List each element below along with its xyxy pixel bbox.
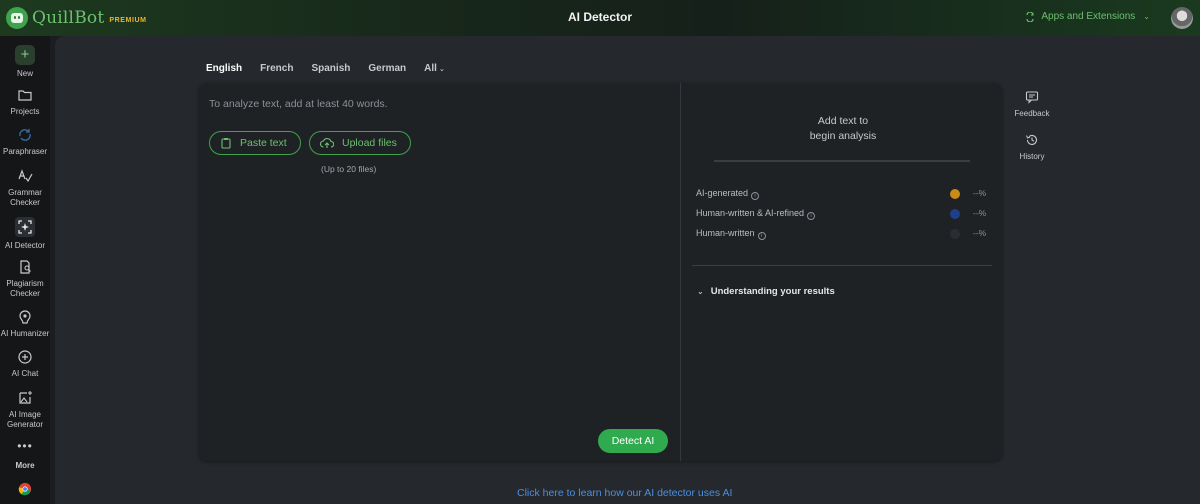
upload-limit-note: (Up to 20 files)	[321, 164, 377, 174]
sidebar-item-label: New	[16, 69, 33, 78]
sidebar-item-more[interactable]: ••• More	[0, 439, 50, 471]
more-icon: •••	[17, 439, 33, 453]
sidebar-item-ai-humanizer[interactable]: AI Humanizer	[0, 309, 50, 339]
upload-files-label: Upload files	[342, 137, 397, 149]
text-input-placeholder[interactable]: To analyze text, add at least 40 words.	[209, 98, 388, 110]
score-row-ai-refined: Human-written & AI-refined i --%	[696, 207, 992, 221]
detect-ai-button[interactable]: Detect AI	[598, 429, 668, 453]
cloud-upload-icon	[320, 138, 334, 148]
language-tabs: English French Spanish German All ⌄	[206, 63, 463, 74]
sidebar-item-label: Projects	[10, 107, 40, 116]
sidebar-item-label: Paraphraser	[2, 147, 48, 156]
upload-files-button[interactable]: Upload files	[309, 131, 411, 155]
image-generator-icon	[19, 391, 32, 404]
analysis-empty-line2: begin analysis	[809, 130, 877, 142]
score-label: Human-written	[696, 228, 755, 238]
history-icon	[1026, 134, 1038, 145]
clipboard-icon	[221, 138, 231, 149]
history-label: History	[1019, 152, 1045, 161]
analysis-divider	[692, 265, 992, 266]
chat-icon	[18, 350, 32, 364]
sidebar-item-label: More	[15, 461, 35, 470]
score-color-dot	[950, 209, 960, 219]
sidebar: + New Projects Paraphraser Grammar Check…	[0, 36, 50, 504]
learn-how-link[interactable]: Click here to learn how our AI detector …	[517, 487, 732, 499]
info-icon[interactable]: i	[757, 232, 766, 240]
tab-spanish[interactable]: Spanish	[311, 63, 350, 74]
score-row-ai-generated: AI-generated i --%	[696, 187, 992, 201]
sidebar-item-ai-detector[interactable]: AI Detector	[0, 217, 50, 251]
folder-icon	[18, 90, 32, 101]
understanding-label: Understanding your results	[710, 286, 835, 297]
score-color-dot	[950, 229, 960, 239]
chevron-down-icon: ⌄	[1143, 12, 1150, 21]
chevron-down-icon: ⌄	[438, 66, 445, 73]
paste-text-button[interactable]: Paste text	[209, 131, 301, 155]
apps-icon	[1026, 11, 1034, 22]
sidebar-item-ai-chat[interactable]: AI Chat	[0, 349, 50, 379]
apps-and-extensions-button[interactable]: Apps and Extensions ⌄	[1025, 11, 1150, 22]
avatar[interactable]	[1171, 7, 1193, 29]
sidebar-item-label: AI Chat	[11, 369, 39, 378]
sidebar-item-chrome[interactable]	[0, 482, 50, 500]
sidebar-item-label: AI Image Generator	[6, 410, 44, 429]
sidebar-item-projects[interactable]: Projects	[0, 87, 50, 117]
humanizer-icon	[19, 310, 31, 324]
analysis-empty-line1: Add text to	[817, 115, 869, 127]
apps-label: Apps and Extensions	[1041, 11, 1136, 22]
ai-detector-icon	[15, 217, 35, 237]
info-icon[interactable]: i	[751, 192, 760, 200]
plagiarism-icon	[20, 260, 31, 274]
score-value: --%	[973, 188, 987, 198]
sidebar-item-paraphraser[interactable]: Paraphraser	[0, 127, 50, 157]
history-button[interactable]: History	[1010, 133, 1054, 161]
tab-all[interactable]: All ⌄	[424, 63, 445, 74]
info-icon[interactable]: i	[807, 212, 816, 220]
analysis-progress-track	[714, 160, 970, 162]
plus-icon: +	[15, 45, 35, 65]
panel-divider	[680, 83, 681, 461]
score-label: Human-written & AI-refined	[696, 208, 805, 218]
score-color-dot	[950, 189, 960, 199]
sidebar-item-label: AI Humanizer	[0, 329, 50, 338]
main-panel: English French Spanish German All ⌄ To an…	[55, 36, 1200, 504]
analysis-empty-state: Add text to begin analysis	[714, 114, 972, 144]
understanding-results-toggle[interactable]: ⌄ Understanding your results	[697, 286, 835, 297]
sidebar-item-plagiarism-checker[interactable]: Plagiarism Checker	[0, 259, 50, 299]
sidebar-item-label: Plagiarism Checker	[6, 279, 44, 298]
score-label: AI-generated	[696, 188, 749, 198]
paste-text-label: Paste text	[240, 137, 287, 149]
sidebar-item-label: AI Detector	[4, 241, 45, 250]
score-value: --%	[973, 228, 987, 238]
sidebar-item-grammar-checker[interactable]: Grammar Checker	[0, 168, 50, 208]
sidebar-item-new[interactable]: + New	[0, 45, 50, 79]
chevron-down-icon: ⌄	[697, 287, 704, 296]
score-value: --%	[973, 208, 987, 218]
paraphraser-icon	[19, 129, 31, 141]
tab-all-label: All	[424, 63, 437, 74]
tab-english[interactable]: English	[206, 63, 242, 74]
top-bar: QuillBot PREMIUM AI Detector Apps and Ex…	[0, 0, 1200, 36]
tab-german[interactable]: German	[368, 63, 406, 74]
page-title: AI Detector	[567, 10, 632, 24]
detector-card: To analyze text, add at least 40 words. …	[199, 83, 1002, 461]
grammar-icon	[18, 169, 33, 183]
sidebar-item-ai-image-generator[interactable]: AI Image Generator	[0, 390, 50, 430]
score-row-human-written: Human-written i --%	[696, 227, 992, 241]
sidebar-item-label: Grammar Checker	[8, 188, 42, 207]
feedback-icon	[1025, 91, 1039, 104]
chrome-icon	[18, 482, 32, 496]
tab-french[interactable]: French	[260, 63, 293, 74]
feedback-button[interactable]: Feedback	[1010, 90, 1054, 118]
feedback-label: Feedback	[1014, 109, 1050, 118]
